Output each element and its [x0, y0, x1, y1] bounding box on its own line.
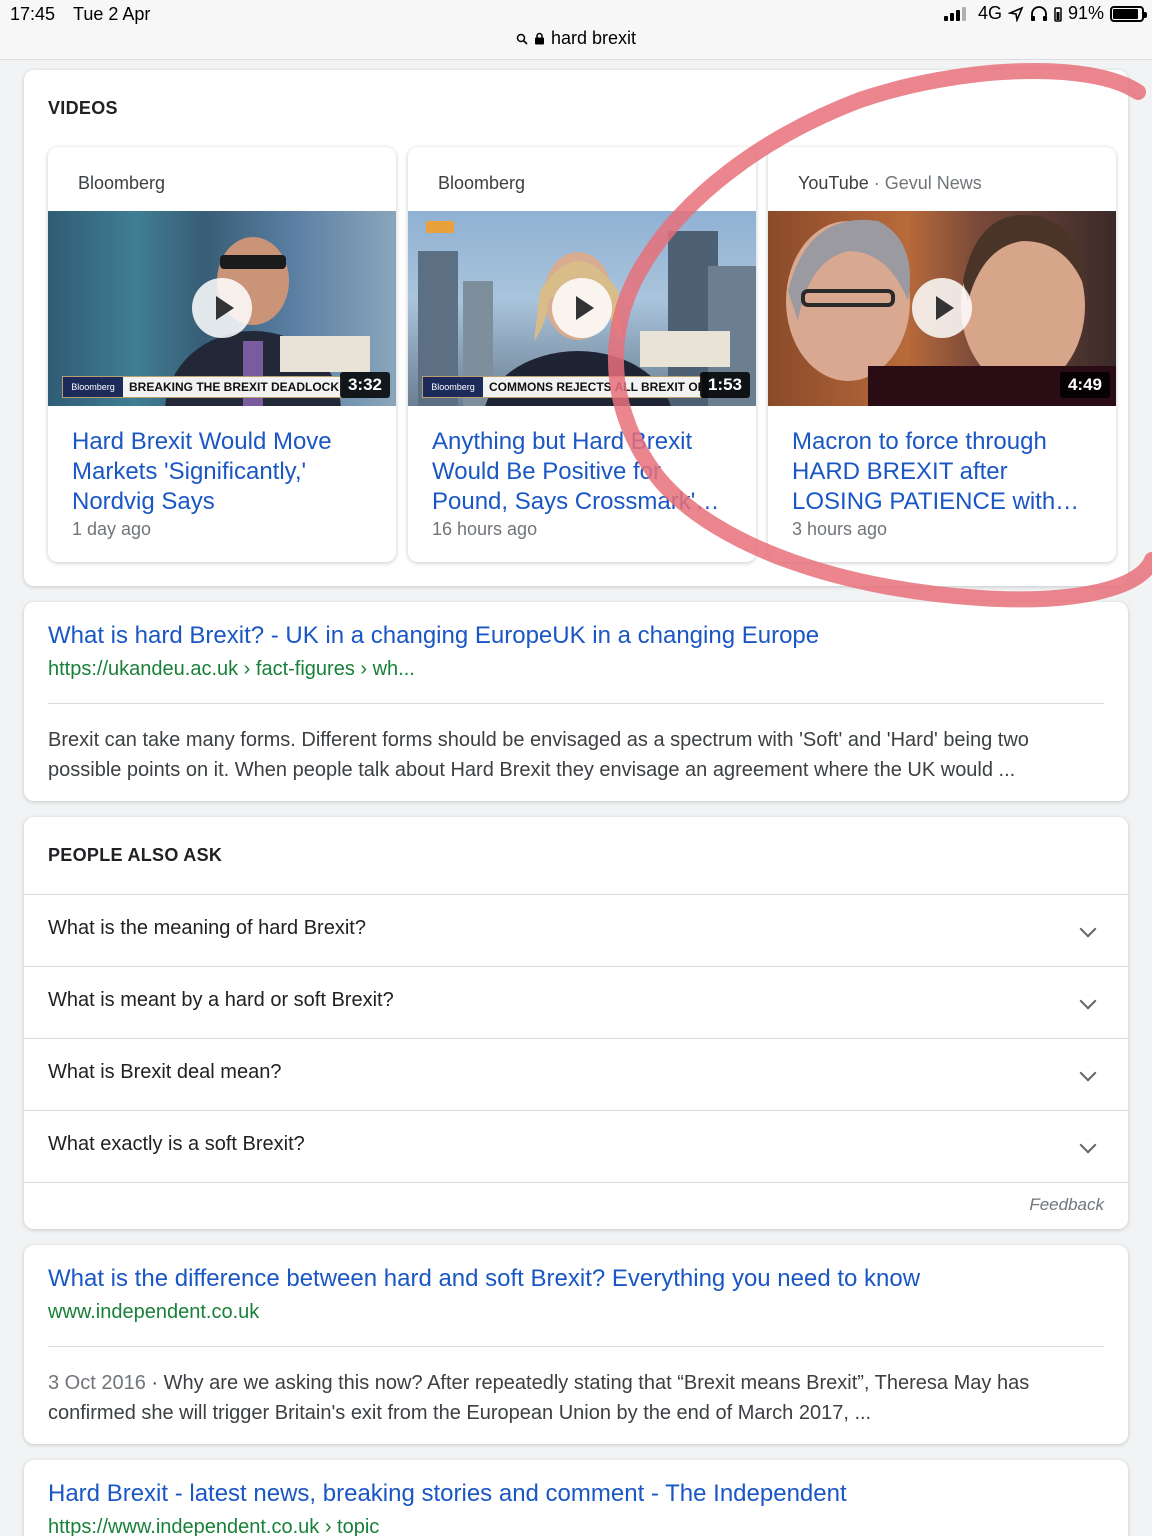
video-age: 3 hours ago: [792, 519, 888, 539]
paa-question[interactable]: What is the meaning of hard Brexit?: [24, 894, 1128, 966]
video-ticker: Bloomberg BREAKING THE BREXIT DEADLOCK: [62, 376, 342, 398]
video-duration: 1:53: [699, 372, 750, 398]
chevron-down-icon[interactable]: [1079, 1136, 1097, 1154]
paa-question-text: What is meant by a hard or soft Brexit?: [48, 989, 394, 1011]
network-type: 4G: [977, 3, 1002, 23]
search-result: What is the difference between hard and …: [24, 1245, 1128, 1444]
feedback-link[interactable]: Feedback: [1029, 1195, 1104, 1215]
search-query: hard brexit: [550, 28, 637, 48]
result-url[interactable]: https://ukandeu.ac.uk › fact-figures › w…: [48, 658, 415, 681]
search-icon: [516, 33, 528, 45]
videos-heading: VIDEOS: [48, 98, 118, 118]
paa-question-text: What is the meaning of hard Brexit?: [48, 917, 366, 939]
paa-question[interactable]: What is Brexit deal mean?: [24, 1038, 1128, 1110]
video-title[interactable]: Hard Brexit Would Move Markets 'Signific…: [72, 427, 378, 517]
status-indicators: 4G 91%: [943, 3, 1147, 24]
result-url[interactable]: www.independent.co.uk: [48, 1301, 259, 1324]
result-date: 3 Oct 2016: [48, 1372, 146, 1394]
search-result: What is hard Brexit? - UK in a changing …: [24, 602, 1128, 801]
signal-icon: [943, 6, 966, 21]
paa-question-text: What exactly is a soft Brexit?: [48, 1133, 305, 1155]
video-duration: 4:49: [1059, 372, 1110, 398]
play-icon[interactable]: [912, 278, 972, 338]
headphones-icon: [1030, 5, 1047, 21]
battery-icon: [1110, 5, 1147, 22]
result-title[interactable]: What is hard Brexit? - UK in a changing …: [48, 622, 819, 650]
chevron-down-icon[interactable]: [1079, 992, 1097, 1010]
chevron-down-icon[interactable]: [1079, 920, 1097, 938]
paa-footer: [24, 1182, 1128, 1229]
play-icon[interactable]: [552, 278, 612, 338]
video-card[interactable]: Bloomberg Bloomberg COMMONS REJECTS ALL B…: [408, 147, 756, 562]
video-thumbnail[interactable]: Bloomberg COMMONS REJECTS ALL BREXIT OPT …: [408, 211, 756, 406]
video-thumbnail[interactable]: Bloomberg BREAKING THE BREXIT DEADLOCK 3:…: [48, 211, 396, 406]
video-age: 16 hours ago: [432, 519, 538, 539]
chevron-down-icon[interactable]: [1079, 1064, 1097, 1082]
video-title[interactable]: Macron to force through HARD BREXIT afte…: [792, 427, 1098, 517]
status-date: Tue 2 Apr: [73, 4, 151, 24]
people-also-ask-card: PEOPLE ALSO ASK What is the meaning of h…: [24, 817, 1128, 1229]
result-title[interactable]: What is the difference between hard and …: [48, 1265, 920, 1293]
result-snippet: 3 Oct 2016 · Why are we asking this now?…: [48, 1372, 1030, 1424]
video-duration: 3:32: [339, 372, 390, 398]
divider: [48, 1346, 1104, 1347]
headphone-battery-icon: [1054, 6, 1062, 22]
play-icon[interactable]: [192, 278, 252, 338]
location-icon: [1007, 6, 1024, 22]
lock-icon: [534, 32, 544, 45]
video-age: 1 day ago: [72, 519, 152, 539]
address-bar[interactable]: hard brexit: [0, 28, 1152, 49]
paa-question[interactable]: What is meant by a hard or soft Brexit?: [24, 966, 1128, 1038]
divider: [48, 703, 1104, 704]
result-title[interactable]: Hard Brexit - latest news, breaking stor…: [48, 1480, 847, 1508]
status-bar: 17:45 Tue 2 Apr 4G 91% hard brexit: [0, 0, 1152, 60]
video-source: Bloomberg: [438, 173, 526, 193]
video-title[interactable]: Anything but Hard Brexit Would Be Positi…: [432, 427, 738, 517]
video-ticker: Bloomberg COMMONS REJECTS ALL BREXIT OPT: [422, 376, 702, 398]
search-result: Hard Brexit - latest news, breaking stor…: [24, 1460, 1128, 1536]
paa-question-text: What is Brexit deal mean?: [48, 1061, 282, 1083]
video-thumbnail[interactable]: 4:49: [768, 211, 1116, 406]
result-url[interactable]: https://www.independent.co.uk › topic: [48, 1516, 379, 1536]
result-snippet: Brexit can take many forms. Different fo…: [48, 729, 1029, 781]
status-time: 17:45: [10, 4, 56, 24]
battery-percent: 91%: [1067, 3, 1104, 23]
paa-question[interactable]: What exactly is a soft Brexit?: [24, 1110, 1128, 1182]
video-card[interactable]: Bloomberg Bloomberg BREAKING THE BREXIT D…: [48, 147, 396, 562]
video-source: YouTube · Gevul News: [798, 173, 982, 193]
paa-heading: PEOPLE ALSO ASK: [48, 845, 223, 865]
video-card[interactable]: YouTube · Gevul News 4:49 Macron to forc…: [768, 147, 1116, 562]
video-source: Bloomberg: [78, 173, 166, 193]
